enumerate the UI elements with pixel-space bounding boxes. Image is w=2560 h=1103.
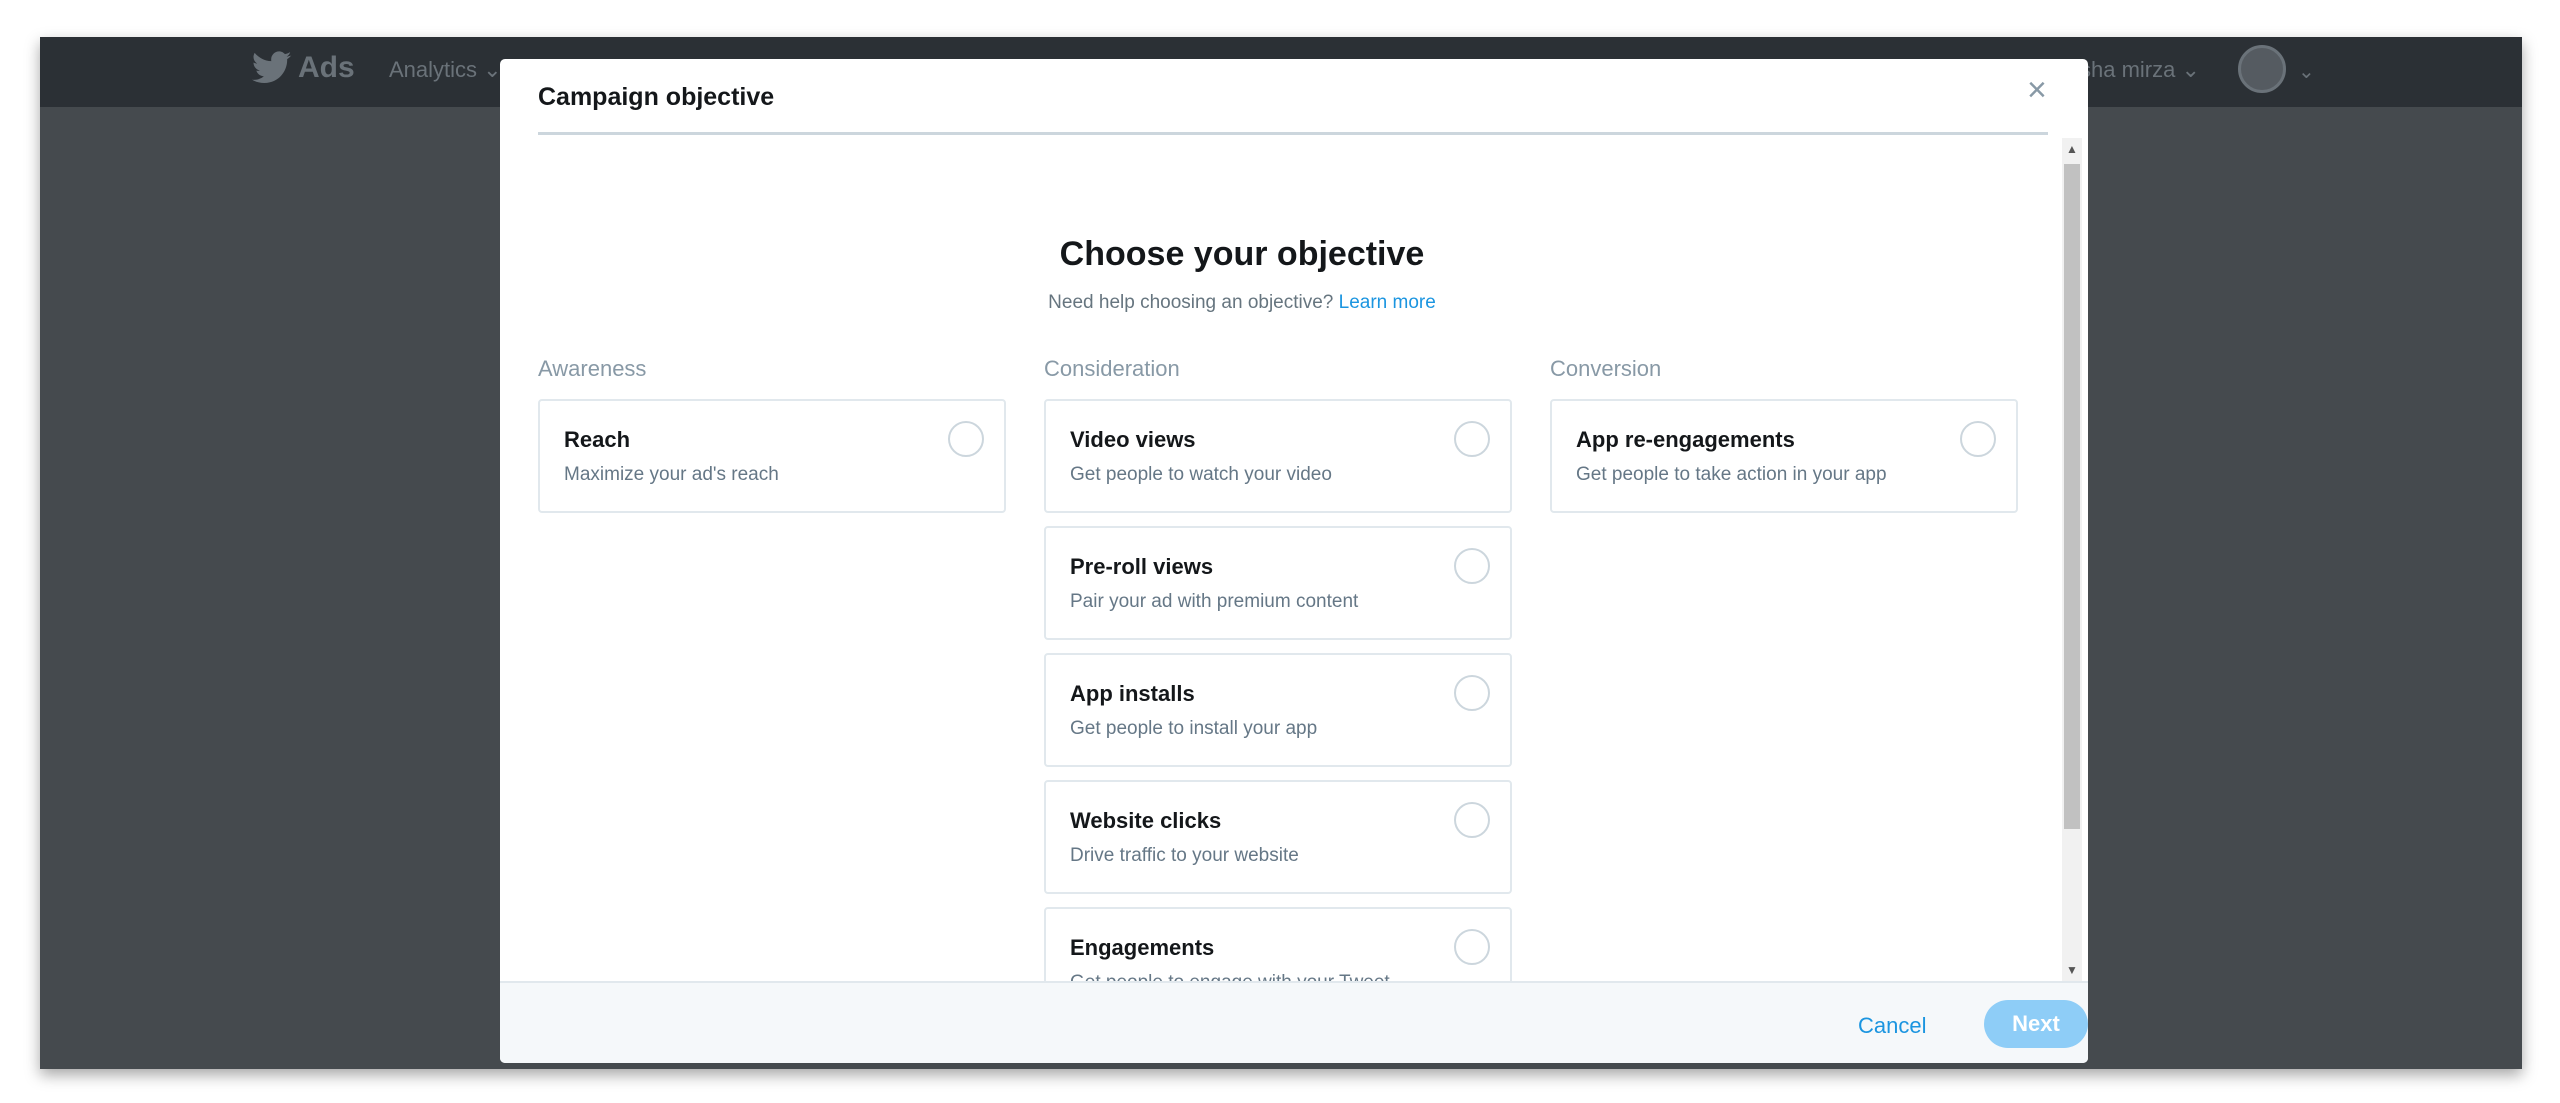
scroll-down-arrow-icon[interactable]: ▼ [2062, 963, 2082, 977]
radio-button[interactable] [1454, 548, 1490, 584]
card-description: Drive traffic to your website [1070, 845, 1299, 866]
card-title: Website clicks [1070, 808, 1222, 833]
cancel-button[interactable]: Cancel [1858, 1013, 1926, 1039]
next-button[interactable]: Next [1984, 1000, 2088, 1048]
learn-more-link[interactable]: Learn more [1339, 292, 1436, 313]
close-icon[interactable]: × [2027, 73, 2047, 107]
vertical-scrollbar[interactable]: ▲ ▼ [2062, 138, 2082, 981]
card-description: Get people to install your app [1070, 718, 1318, 739]
campaign-objective-dialog: Campaign objective × Choose your objecti… [500, 59, 2088, 1063]
objective-card-video-views[interactable]: Video views Get people to watch your vid… [1044, 399, 1512, 513]
objective-card-website-clicks[interactable]: Website clicks Drive traffic to your web… [1044, 780, 1512, 894]
objective-card-engagements[interactable]: Engagements Get people to engage with yo… [1044, 907, 1512, 981]
radio-button[interactable] [1454, 802, 1490, 838]
radio-button[interactable] [1960, 421, 1996, 457]
radio-button[interactable] [1454, 421, 1490, 457]
scroll-up-arrow-icon[interactable]: ▲ [2062, 142, 2082, 156]
objective-card-app-re-engagements[interactable]: App re-engagements Get people to take ac… [1550, 399, 2018, 513]
radio-button[interactable] [948, 421, 984, 457]
dialog-body[interactable]: Choose your objective Need help choosing… [500, 138, 2088, 981]
card-title: App re-engagements [1576, 427, 1795, 452]
help-label: Need help choosing an objective? [1048, 292, 1339, 313]
column-label-conversion: Conversion [1550, 356, 1662, 381]
analytics-menu[interactable]: Analytics ⌄ [389, 57, 502, 83]
card-description: Maximize your ad's reach [564, 464, 779, 485]
dialog-header: Campaign objective [538, 59, 2048, 135]
card-description: Get people to take action in your app [1576, 464, 1887, 485]
account-menu[interactable]: sha mirza ⌄ [2080, 57, 2200, 83]
card-description: Get people to engage with your Tweet [1070, 972, 1390, 981]
dialog-footer: Cancel Next [500, 981, 2088, 1063]
page-title: Choose your objective [1059, 235, 1425, 273]
twitter-bird-icon [252, 51, 292, 83]
scrollbar-thumb[interactable] [2064, 164, 2080, 829]
column-label-awareness: Awareness [538, 356, 647, 381]
radio-button[interactable] [1454, 675, 1490, 711]
objective-card-app-installs[interactable]: App installs Get people to install your … [1044, 653, 1512, 767]
help-text: Need help choosing an objective? Learn m… [500, 292, 1984, 314]
dialog-title: Campaign objective [538, 83, 775, 111]
avatar[interactable] [2238, 45, 2286, 93]
card-title: Reach [564, 427, 631, 452]
app-window: Ads Analytics ⌄ sha mirza ⌄ ⌄ Campaign o… [40, 37, 2522, 1069]
ads-brand[interactable]: Ads [252, 51, 355, 85]
card-title: Video views [1070, 427, 1196, 452]
column-label-consideration: Consideration [1044, 356, 1180, 381]
brand-label: Ads [298, 51, 355, 84]
chevron-down-icon[interactable]: ⌄ [2298, 59, 2315, 84]
card-description: Get people to watch your video [1070, 464, 1332, 485]
card-title: Pre-roll views [1070, 554, 1214, 579]
objective-card-reach[interactable]: Reach Maximize your ad's reach [538, 399, 1006, 513]
card-title: App installs [1070, 681, 1195, 706]
card-description: Pair your ad with premium content [1070, 591, 1359, 612]
radio-button[interactable] [1454, 929, 1490, 965]
card-title: Engagements [1070, 935, 1215, 960]
objective-card-pre-roll-views[interactable]: Pre-roll views Pair your ad with premium… [1044, 526, 1512, 640]
